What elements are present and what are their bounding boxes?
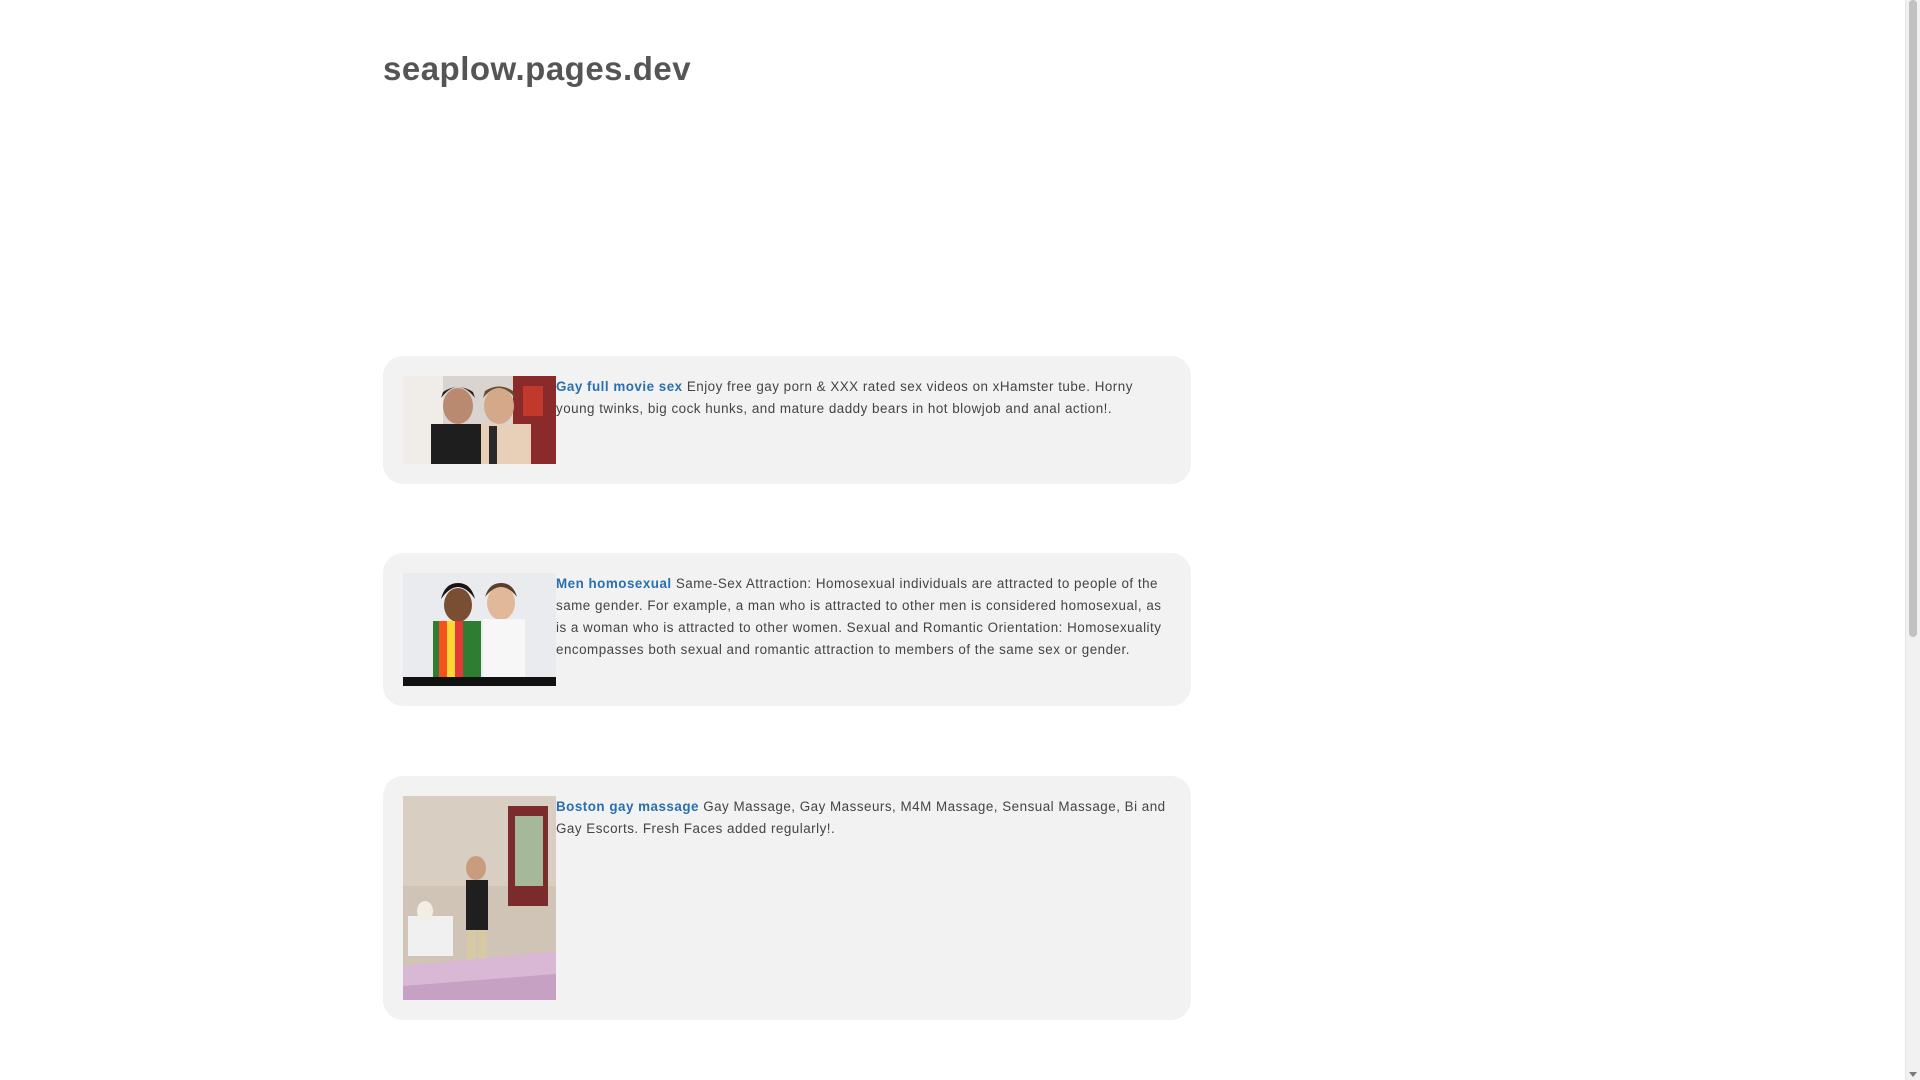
post-link[interactable]: Men homosexual [556,576,672,591]
scroll-down-arrow-icon[interactable] [1909,1072,1917,1077]
post-text: Boston gay massage Gay Massage, Gay Mass… [556,796,1168,840]
post-thumbnail[interactable] [403,573,556,686]
post-link[interactable]: Gay full movie sex [556,379,683,394]
thumbnail-image-massage-room [403,796,556,1000]
browser-viewport: seaplow.pages.dev Gay full movie sex Enj… [0,0,1920,1080]
vertical-scrollbar[interactable] [1905,0,1920,1080]
post-link[interactable]: Boston gay massage [556,799,699,814]
post-thumbnail[interactable] [403,796,556,1000]
post-text: Men homosexual Same-Sex Attraction: Homo… [556,573,1168,661]
site-title[interactable]: seaplow.pages.dev [383,50,691,88]
post-card: Boston gay massage Gay Massage, Gay Mass… [383,776,1191,1020]
post-thumbnail[interactable] [403,376,556,464]
post-card: Men homosexual Same-Sex Attraction: Homo… [383,553,1191,706]
scrollbar-thumb[interactable] [1909,0,1917,637]
post-card: Gay full movie sex Enjoy free gay porn &… [383,356,1191,484]
thumbnail-image-two-men [403,376,556,464]
post-text: Gay full movie sex Enjoy free gay porn &… [556,376,1168,420]
thumbnail-image-two-men-rainbow [403,573,556,686]
